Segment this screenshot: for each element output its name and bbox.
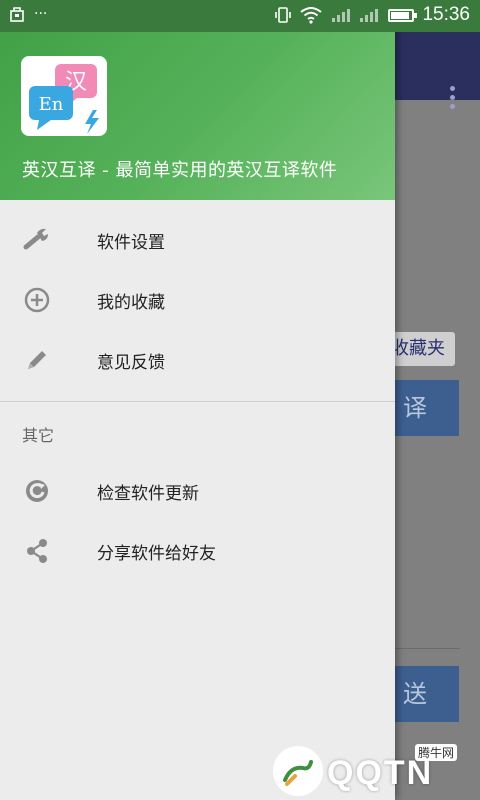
signal-1-icon [332,9,351,22]
menu-item-settings[interactable]: 软件设置 [0,210,395,270]
status-time: 15:36 [422,4,470,25]
navigation-drawer: 汉 En 英汉互译 - 最简单实用的英汉互译软件 软件设置 我的收藏 意见反馈 … [0,0,395,800]
notification-icon [10,7,24,22]
more-notifications: ··· [34,6,48,22]
battery-icon [388,8,418,22]
add-circle-icon [22,285,52,315]
menu-item-share[interactable]: 分享软件给好友 [0,521,395,581]
translate-button[interactable]: 译 [385,380,459,436]
menu-label-feedback: 意见反馈 [97,352,165,373]
send-button[interactable]: 送 [385,666,459,722]
menu-item-feedback[interactable]: 意见反馈 [0,330,395,390]
input-underline [395,648,460,649]
favorites-chip[interactable]: 收藏夹 [385,332,455,366]
menu-item-favorites[interactable]: 我的收藏 [0,270,395,330]
menu-item-check-update[interactable]: 检查软件更新 [0,461,395,521]
wrench-icon [22,225,52,255]
signal-2-icon [360,9,379,22]
pencil-icon [22,345,52,375]
menu-label-check-update: 检查软件更新 [97,483,199,504]
vibrate-icon [275,7,292,23]
app-logo: 汉 En [21,56,107,136]
refresh-icon [22,476,52,506]
status-bar: ··· 15:36 [0,0,480,32]
menu-label-settings: 软件设置 [97,232,165,253]
menu-divider [0,401,395,402]
app-toolbar [395,32,480,109]
svg-text:En: En [39,94,64,115]
watermark-logo-icon [273,746,323,796]
watermark: QQTN 腾牛网 [265,742,475,800]
wifi-icon [300,7,323,24]
menu-label-share: 分享软件给好友 [97,543,216,564]
watermark-small-text: 腾牛网 [415,744,458,761]
app-header-title: 英汉互译 - 最简单实用的英汉互译软件 [22,160,338,181]
menu-label-favorites: 我的收藏 [97,292,165,313]
share-icon [22,536,52,566]
section-label-other: 其它 [22,426,55,445]
overflow-menu-icon[interactable] [450,86,456,113]
